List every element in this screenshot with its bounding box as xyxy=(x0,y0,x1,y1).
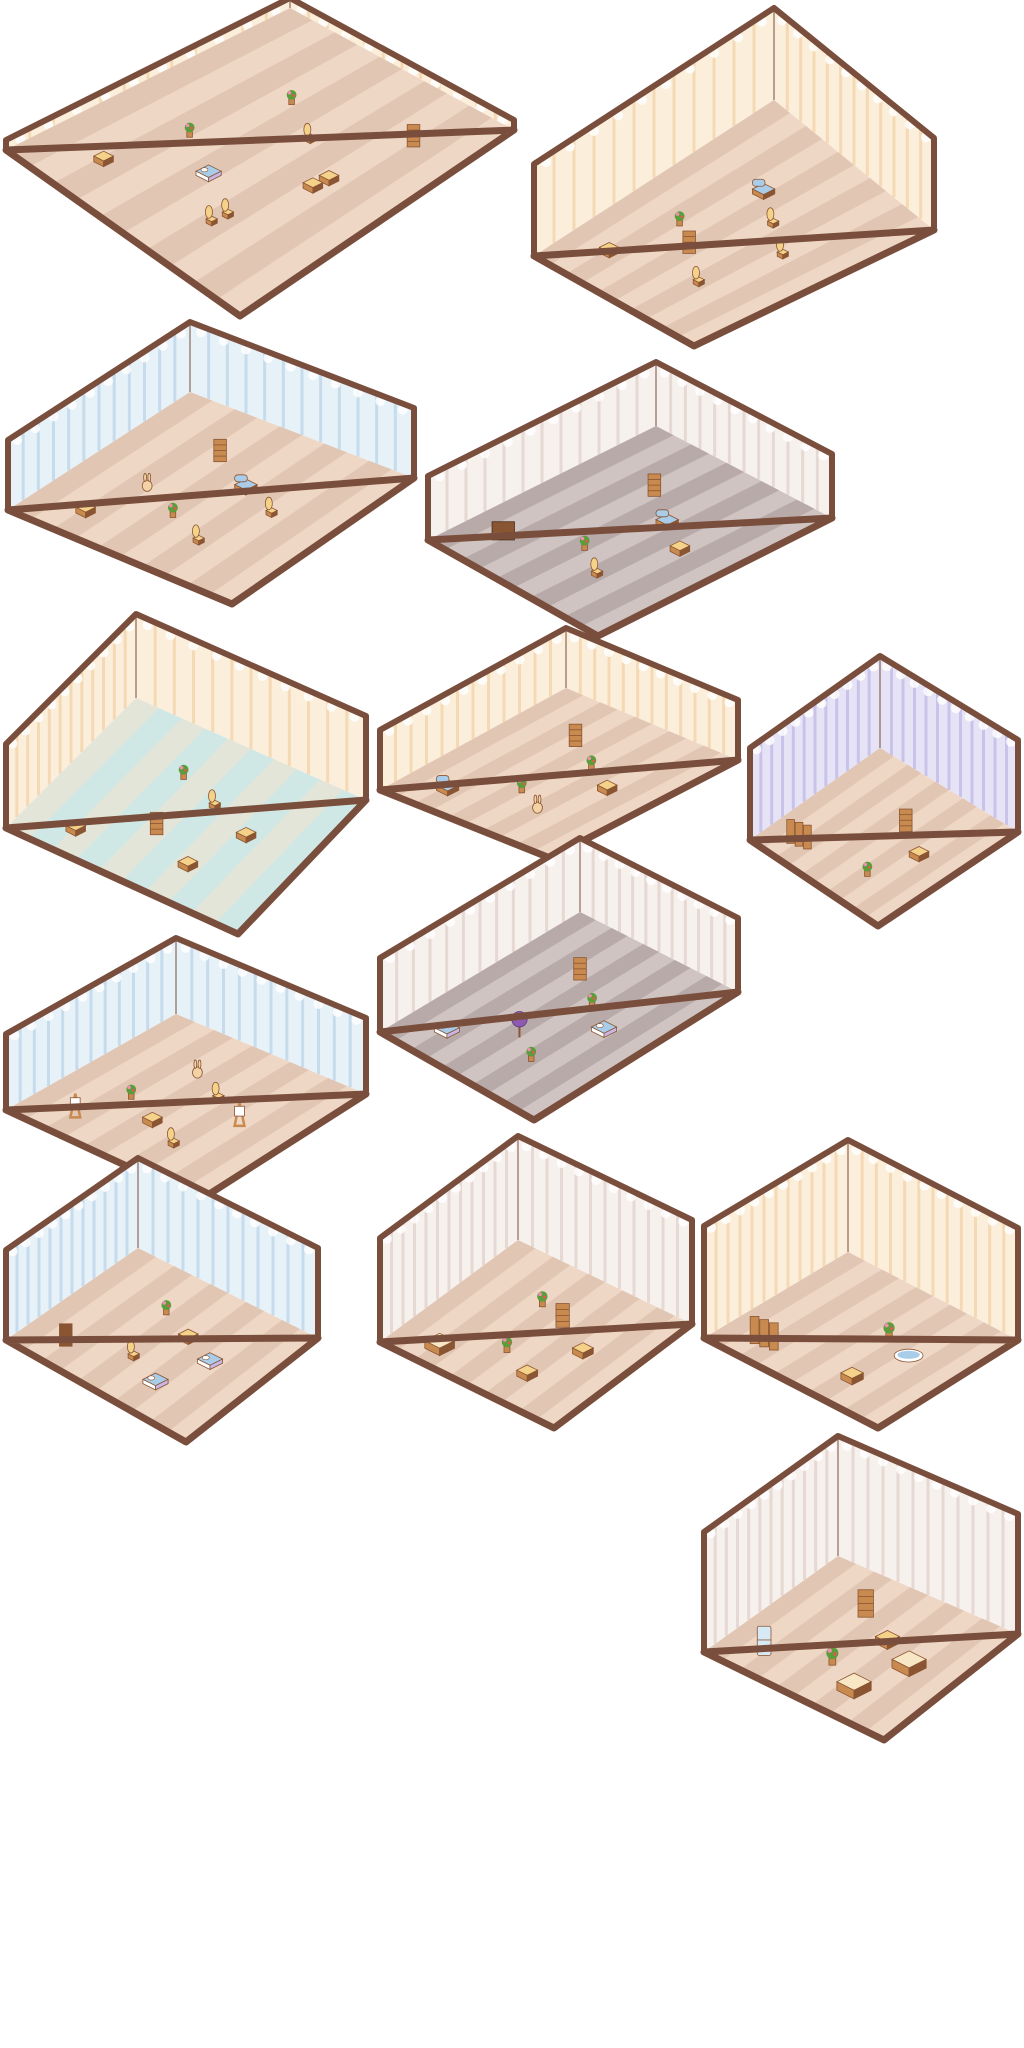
room-striped-dining[interactable] xyxy=(0,611,374,942)
furniture-shelf xyxy=(568,723,583,747)
room-easel-studio[interactable] xyxy=(0,935,374,1206)
room-library-bedroom[interactable] xyxy=(0,1155,324,1448)
furniture-cabinet xyxy=(647,473,662,497)
furniture-shelf xyxy=(899,808,913,832)
furniture-shelf xyxy=(573,957,587,981)
room-bakery-shop[interactable] xyxy=(374,1128,698,1434)
room-blue-cafe[interactable] xyxy=(0,319,420,610)
furniture-bathtub xyxy=(893,1348,924,1363)
floor xyxy=(6,8,514,316)
furniture-shelf xyxy=(857,1589,874,1618)
room-blue-kitchen[interactable] xyxy=(698,1433,1024,1746)
furniture-shelf xyxy=(213,438,227,463)
room-overview-house[interactable] xyxy=(0,0,522,324)
furniture-cabinet xyxy=(555,1303,570,1328)
room-lavender-bath[interactable] xyxy=(744,644,1024,934)
room-cream-bathroom[interactable] xyxy=(698,1128,1024,1434)
room-pastel-bedroom[interactable] xyxy=(374,835,744,1126)
room-garden-kitchen[interactable] xyxy=(374,625,744,864)
room-piano-lounge[interactable] xyxy=(420,356,840,642)
room-cafe-lounge[interactable] xyxy=(524,0,944,354)
